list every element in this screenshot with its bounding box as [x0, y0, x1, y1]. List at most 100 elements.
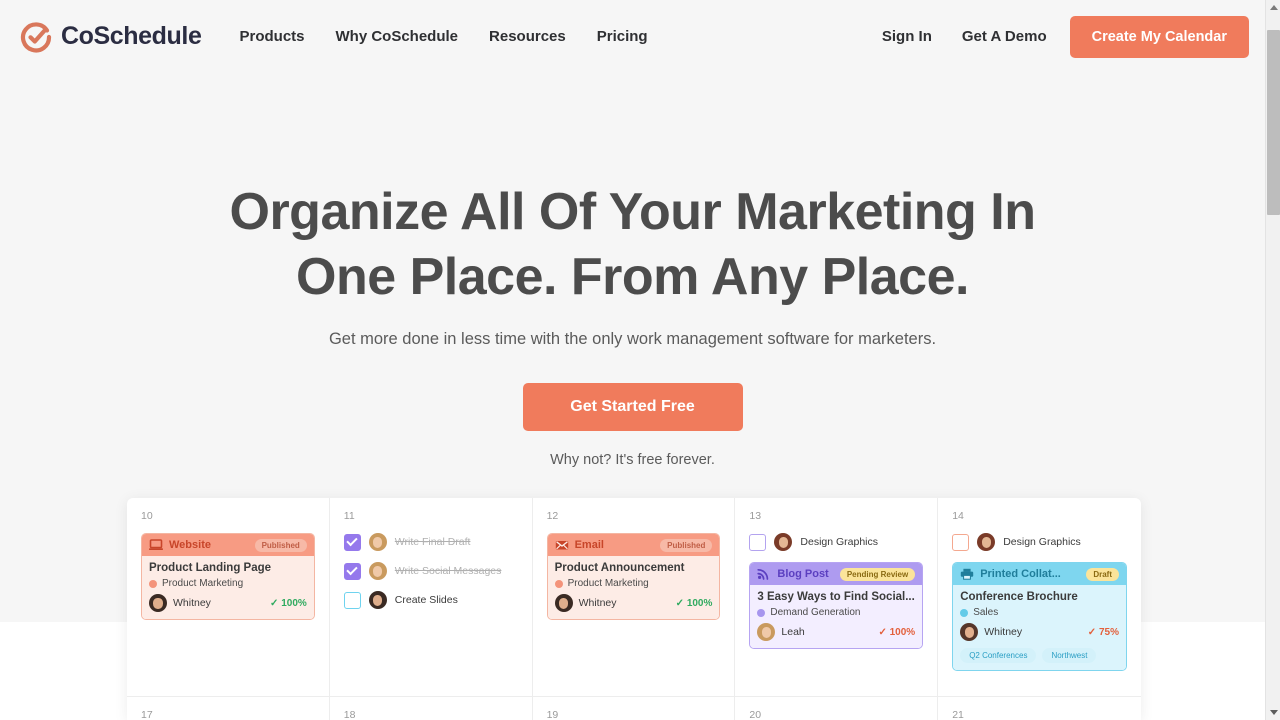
category-label: Sales	[973, 607, 999, 618]
card-body: Conference Brochure Sales Whitney ✓ 75%	[953, 585, 1126, 670]
card-tags: Q2 Conferences Northwest	[960, 648, 1119, 663]
card-category: Sales	[960, 607, 1119, 618]
laptop-icon	[149, 539, 163, 551]
day-number: 18	[343, 709, 356, 720]
calendar-day-cell[interactable]: 21	[938, 697, 1141, 720]
page-root: CoSchedule Products Why CoSchedule Resou…	[0, 0, 1280, 720]
calendar-day-cell[interactable]: 17	[127, 697, 330, 720]
card-category: Product Marketing	[149, 578, 307, 589]
task-item[interactable]: Design Graphics	[952, 533, 1127, 551]
calendar-card[interactable]: Email Published Product Announcement Pro…	[546, 533, 721, 620]
day-number: 17	[141, 709, 153, 720]
day-number: 21	[952, 709, 964, 720]
page-title: Organize All Of Your Marketing In One Pl…	[0, 180, 1265, 310]
avatar	[368, 562, 387, 580]
status-badge: Pending Review	[839, 567, 916, 581]
calendar-day-cell[interactable]: 19	[533, 697, 736, 720]
progress-value: ✓ 100%	[270, 597, 307, 609]
tag-chip[interactable]: Northwest	[1042, 648, 1097, 663]
nav-item-resources[interactable]: Resources	[489, 28, 566, 45]
avatar	[757, 623, 776, 641]
nav-item-products[interactable]: Products	[239, 28, 304, 45]
avatar	[554, 594, 573, 612]
rss-icon	[757, 568, 771, 580]
hero-section: Organize All Of Your Marketing In One Pl…	[0, 73, 1265, 468]
card-header: Blog Post Pending Review	[750, 563, 923, 585]
day-number: 19	[546, 709, 559, 720]
calendar-card[interactable]: Website Published Product Landing Page P…	[141, 533, 315, 620]
task-checkbox[interactable]	[343, 591, 361, 609]
card-title: Conference Brochure	[960, 591, 1078, 603]
task-label: Write Social Messages	[394, 565, 502, 577]
card-body: Product Landing Page Product Marketing W…	[142, 556, 314, 619]
category-dot-icon	[149, 579, 157, 588]
calendar-day-cell[interactable]: 13 Design Graphics Blog Post Pending Rev…	[735, 498, 939, 696]
page-scrollbar[interactable]	[1265, 0, 1280, 720]
calendar-day-cell[interactable]: 18	[330, 697, 533, 720]
header-actions: Sign In Get A Demo Create My Calendar	[882, 15, 1249, 58]
avatar	[368, 591, 387, 609]
day-number: 11	[343, 510, 355, 522]
category-dot-icon	[757, 608, 766, 617]
category-label: Demand Generation	[770, 607, 861, 618]
calendar-day-cell[interactable]: 10 Website Published Product Landing Pag…	[127, 498, 330, 696]
calendar-card[interactable]: Blog Post Pending Review 3 Easy Ways to …	[749, 562, 924, 649]
get-a-demo-link[interactable]: Get A Demo	[962, 28, 1047, 45]
triangle-up-icon[interactable]	[1266, 0, 1280, 15]
task-item[interactable]: Write Social Messages	[343, 562, 518, 580]
calendar-day-cell[interactable]: 11 Write Final Draft Write Social Messag…	[330, 498, 533, 696]
card-header: Website Published	[142, 534, 314, 556]
card-type-label: Website	[169, 539, 211, 551]
avatar	[149, 594, 167, 612]
calendar-week-row-1: 10 Website Published Product Landing Pag…	[127, 498, 1141, 696]
calendar-preview-panel: 10 Website Published Product Landing Pag…	[127, 498, 1141, 720]
task-checkbox[interactable]	[343, 562, 361, 580]
task-label: Design Graphics	[800, 536, 879, 548]
calendar-day-cell[interactable]: 12 Email Published Product Announcement	[533, 498, 736, 696]
avatar	[774, 533, 793, 551]
card-owner-row: Whitney ✓ 75%	[960, 623, 1119, 641]
logo[interactable]: CoSchedule	[20, 21, 202, 53]
calendar-day-cell[interactable]: 20	[735, 697, 939, 720]
day-number: 10	[141, 510, 153, 522]
main-nav: Products Why CoSchedule Resources Pricin…	[239, 28, 647, 45]
triangle-down-icon[interactable]	[1266, 705, 1280, 720]
task-checkbox[interactable]	[749, 533, 767, 551]
nav-item-pricing[interactable]: Pricing	[597, 28, 648, 45]
get-started-free-button[interactable]: Get Started Free	[522, 383, 743, 431]
calendar-day-cell[interactable]: 14 Design Graphics Printed Collat... Dra…	[938, 498, 1141, 696]
task-item[interactable]: Design Graphics	[749, 533, 923, 551]
day-number: 14	[952, 510, 964, 522]
avatar	[368, 533, 387, 551]
task-item[interactable]: Write Final Draft	[343, 533, 518, 551]
tag-chip[interactable]: Q2 Conferences	[960, 648, 1037, 663]
nav-item-why-coschedule[interactable]: Why CoSchedule	[336, 28, 459, 45]
category-label: Product Marketing	[567, 578, 649, 589]
owner-name: Whitney	[578, 597, 617, 609]
card-body: Product Announcement Product Marketing W…	[547, 556, 720, 619]
task-label: Create Slides	[394, 594, 458, 606]
task-item[interactable]: Create Slides	[343, 591, 518, 609]
sign-in-link[interactable]: Sign In	[882, 28, 932, 45]
card-type-label: Blog Post	[777, 568, 829, 580]
task-checkbox[interactable]	[343, 533, 361, 551]
progress-value: ✓ 100%	[675, 597, 713, 609]
progress-value: ✓ 100%	[878, 626, 916, 638]
card-owner-row: Whitney ✓ 100%	[149, 594, 307, 612]
envelope-icon	[555, 539, 569, 551]
card-category: Product Marketing	[554, 578, 713, 589]
task-label: Write Final Draft	[394, 536, 471, 548]
category-label: Product Marketing	[162, 578, 244, 589]
card-header: Email Published	[547, 534, 720, 556]
scrollbar-thumb[interactable]	[1267, 30, 1280, 215]
card-title: 3 Easy Ways to Find Social...	[757, 591, 915, 603]
day-number: 20	[749, 709, 762, 720]
owner-name: Whitney	[984, 626, 1023, 638]
create-my-calendar-button[interactable]: Create My Calendar	[1069, 15, 1249, 58]
hero-subheading: Get more done in less time with the only…	[328, 330, 937, 348]
calendar-card[interactable]: Printed Collat... Draft Conference Broch…	[952, 562, 1127, 671]
task-label: Design Graphics	[1003, 536, 1081, 548]
status-badge: Published	[254, 538, 307, 552]
owner-name: Whitney	[173, 597, 211, 609]
task-checkbox[interactable]	[952, 533, 970, 551]
